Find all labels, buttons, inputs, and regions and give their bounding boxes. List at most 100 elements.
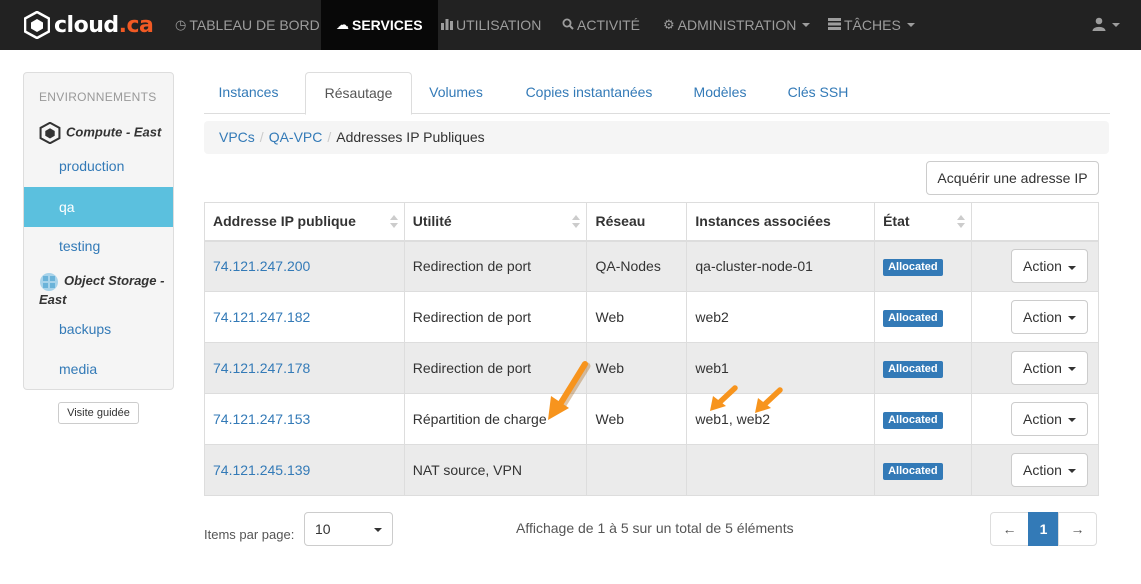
- ip-link[interactable]: 74.121.247.153: [213, 411, 310, 427]
- ip-link[interactable]: 74.121.247.182: [213, 309, 310, 325]
- ip-link[interactable]: 74.121.247.178: [213, 360, 310, 376]
- header-public-ip[interactable]: Addresse IP publique: [204, 202, 405, 242]
- header-network-label: Réseau: [595, 213, 646, 230]
- ip-link[interactable]: 74.121.245.139: [213, 462, 310, 478]
- object-storage-icon: [40, 272, 58, 291]
- user-menu[interactable]: [1092, 0, 1120, 50]
- chevron-down-icon: [802, 23, 811, 27]
- breadcrumb-separator: /: [327, 129, 332, 145]
- compute-cube-icon: [39, 121, 61, 145]
- chevron-down-icon: [1067, 418, 1076, 423]
- network-cell: Web: [586, 342, 688, 394]
- nav-services[interactable]: ☁ SERVICES: [321, 0, 438, 50]
- user-icon: [1092, 17, 1106, 34]
- table-row: 74.121.247.153 Répartition de charge Web…: [204, 393, 1099, 445]
- sidebar-item-production[interactable]: production: [24, 146, 173, 186]
- brand-logo[interactable]: cloud.ca: [24, 10, 154, 40]
- sort-icon: [389, 215, 398, 229]
- status-badge: Allocated: [883, 462, 943, 480]
- header-state-label: État: [883, 213, 910, 230]
- tab-volumes[interactable]: Volumes: [418, 72, 494, 114]
- action-label: Action: [1023, 411, 1062, 427]
- chevron-down-icon: [906, 23, 915, 27]
- pagination-next[interactable]: →: [1058, 512, 1097, 546]
- nav-administration[interactable]: ⚙ ADMINISTRATION: [663, 0, 811, 50]
- sidebar-heading: ENVIRONNEMENTS: [39, 90, 157, 104]
- tab-ssh-keys[interactable]: Clés SSH: [776, 72, 860, 114]
- chevron-down-icon: [1067, 469, 1076, 474]
- sort-icon: [957, 215, 965, 229]
- action-dropdown-button[interactable]: Action: [1011, 351, 1088, 385]
- environments-sidebar: ENVIRONNEMENTS Compute - East production…: [23, 72, 174, 390]
- tab-templates[interactable]: Modèles: [680, 72, 760, 114]
- pagination-page-1[interactable]: 1: [1028, 512, 1059, 546]
- header-purpose[interactable]: Utilité: [403, 202, 588, 242]
- action-label: Action: [1023, 258, 1062, 275]
- nav-tasks-label: TÂCHES: [844, 17, 901, 33]
- action-dropdown-button[interactable]: Action: [1011, 453, 1088, 487]
- breadcrumb: VPCs / QA-VPC / Addresses IP Publiques: [204, 121, 1109, 154]
- guided-tour-button[interactable]: Visite guidée: [58, 402, 139, 424]
- table-header-row: Addresse IP publique Utilité Réseau Inst…: [204, 202, 1099, 242]
- sidebar-group-compute-label: Compute - East: [66, 124, 162, 140]
- sidebar-item-media[interactable]: media: [24, 349, 173, 389]
- status-badge: Allocated: [883, 258, 943, 276]
- header-purpose-label: Utilité: [412, 213, 452, 230]
- action-label: Action: [1023, 360, 1062, 376]
- header-instances[interactable]: Instances associées: [686, 202, 876, 242]
- table-row: 74.121.247.182 Redirection de port Web w…: [204, 291, 1099, 343]
- tab-snapshots[interactable]: Copies instantanées: [514, 72, 664, 114]
- nav-usage[interactable]: UTILISATION: [441, 0, 541, 50]
- instances-cell: web2: [686, 291, 876, 343]
- annotation-arrow-icon: [755, 387, 783, 413]
- action-dropdown-button[interactable]: Action: [1011, 402, 1088, 436]
- bar-chart-icon: [441, 18, 453, 33]
- header-state[interactable]: État: [874, 202, 972, 242]
- instances-cell: [686, 444, 876, 496]
- cloud-cube-logo-icon: [24, 11, 50, 39]
- pagination-summary: Affichage de 1 à 5 sur un total de 5 élé…: [516, 520, 794, 536]
- breadcrumb-separator: /: [259, 129, 264, 145]
- status-badge: Allocated: [883, 411, 943, 429]
- pagination-prev[interactable]: ←: [990, 512, 1029, 546]
- breadcrumb-current: Addresses IP Publiques: [336, 129, 485, 145]
- brand-name: cloud.ca: [54, 12, 154, 38]
- purpose-cell: NAT source, VPN: [403, 444, 588, 496]
- sidebar-item-backups[interactable]: backups: [24, 309, 173, 349]
- chevron-down-icon: [374, 528, 382, 532]
- table-row: 74.121.245.139 NAT source, VPN Allocated…: [204, 444, 1099, 496]
- sidebar-item-qa[interactable]: qa: [24, 187, 173, 227]
- status-badge: Allocated: [883, 360, 943, 378]
- nav-tasks[interactable]: TÂCHES: [828, 0, 915, 50]
- network-cell: QA-Nodes: [586, 240, 688, 292]
- action-dropdown-button[interactable]: Action: [1011, 300, 1088, 334]
- network-cell: [586, 444, 688, 496]
- sort-icon: [572, 215, 581, 229]
- sidebar-item-testing[interactable]: testing: [24, 226, 173, 266]
- nav-dashboard[interactable]: ◷ TABLEAU DE BORD: [175, 0, 320, 50]
- breadcrumb-qa-vpc[interactable]: QA-VPC: [269, 129, 323, 145]
- ip-link[interactable]: 74.121.247.200: [213, 258, 310, 274]
- nav-administration-label: ADMINISTRATION: [677, 17, 797, 33]
- sidebar-group-object-storage: Object Storage -: [39, 271, 164, 292]
- tab-networking[interactable]: Résautage: [305, 72, 412, 115]
- pagination: ← 1 →: [990, 512, 1097, 546]
- chevron-down-icon: [1067, 367, 1076, 372]
- nav-activity-label: ACTIVITÉ: [577, 17, 641, 33]
- action-dropdown-button[interactable]: Action: [1011, 249, 1088, 284]
- nav-activity[interactable]: ACTIVITÉ: [562, 0, 640, 50]
- tab-instances[interactable]: Instances: [204, 72, 293, 114]
- top-navbar: cloud.ca ◷ TABLEAU DE BORD ☁ SERVICES UT…: [0, 0, 1141, 50]
- acquire-ip-button[interactable]: Acquérir une adresse IP: [926, 161, 1099, 195]
- network-cell: Web: [586, 291, 688, 343]
- page-size-select[interactable]: 10: [304, 512, 393, 546]
- table-row: 74.121.247.200 Redirection de port QA-No…: [204, 240, 1099, 292]
- page-size-value: 10: [315, 521, 331, 537]
- nav-usage-label: UTILISATION: [456, 17, 542, 33]
- status-badge: Allocated: [883, 309, 943, 327]
- public-ip-table: Addresse IP publique Utilité Réseau Inst…: [204, 202, 1099, 496]
- chevron-down-icon: [1112, 23, 1120, 27]
- breadcrumb-vpcs[interactable]: VPCs: [219, 129, 255, 145]
- purpose-cell: Redirection de port: [403, 291, 588, 343]
- header-network[interactable]: Réseau: [586, 202, 688, 242]
